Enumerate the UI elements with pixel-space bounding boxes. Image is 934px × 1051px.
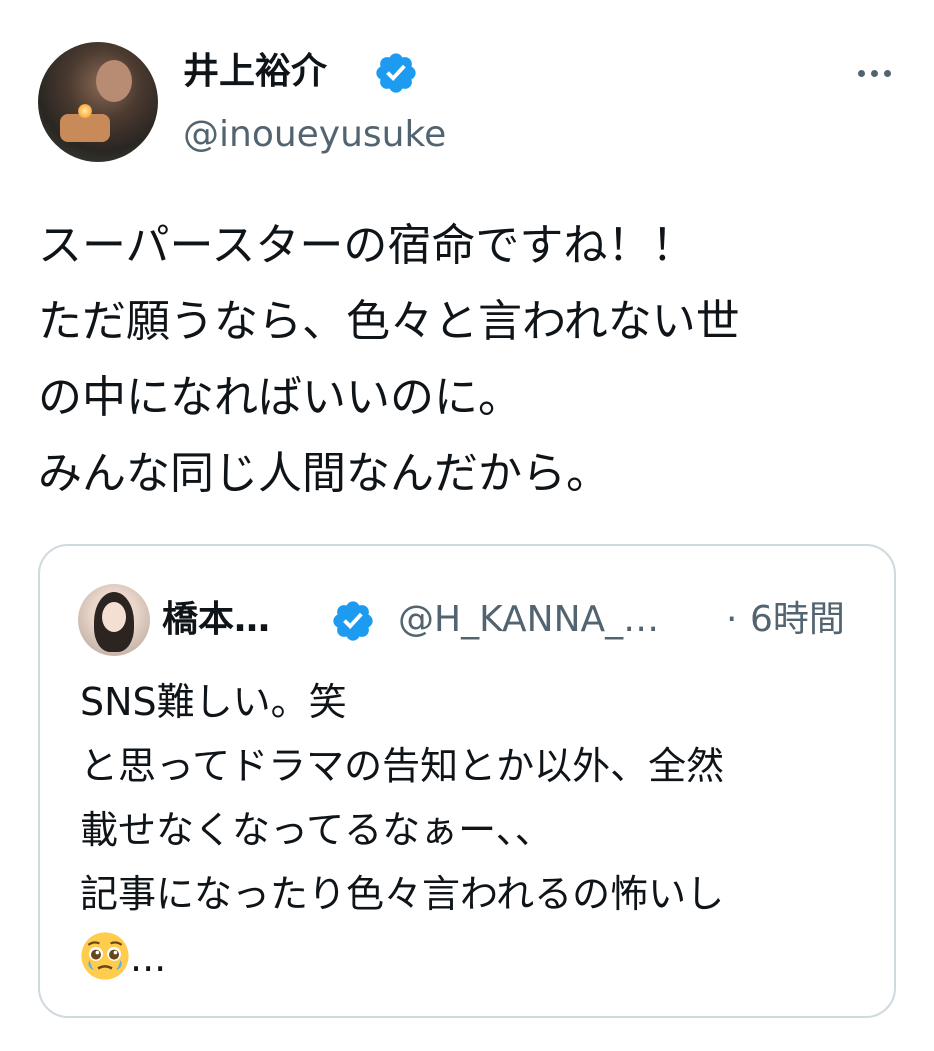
ellipsis-text: ... xyxy=(130,936,167,980)
author-avatar[interactable] xyxy=(38,42,158,162)
avatar-cake xyxy=(60,114,110,142)
tweet-text-line: スーパースターの宿命ですね！！ xyxy=(38,220,696,271)
quoted-avatar-face xyxy=(102,602,126,632)
quoted-text-line: と思ってドラマの告知とか以外、全然 xyxy=(80,744,725,788)
quoted-author-name: 橋本… xyxy=(162,599,271,640)
verified-badge-icon xyxy=(333,601,373,641)
quoted-author-avatar xyxy=(78,584,150,656)
verified-badge-icon xyxy=(376,53,416,93)
quoted-text-line: 記事になったり色々言われるの怖いし xyxy=(80,872,725,916)
quoted-text-line: 載せなくなってるなぁー、、 xyxy=(80,808,553,852)
avatar-candle xyxy=(78,104,92,118)
separator-dot: · xyxy=(726,599,738,640)
more-horizontal-icon-dot xyxy=(870,69,878,77)
more-horizontal-icon-dot xyxy=(883,69,891,77)
tweet-text-line: ただ願うなら、色々と言われない世 xyxy=(38,296,740,347)
tweet-text-line: みんな同じ人間なんだから。 xyxy=(38,448,610,499)
avatar-face xyxy=(96,60,132,102)
more-options-button[interactable] xyxy=(846,56,902,90)
quoted-author-handle: @H_KANNA_… xyxy=(398,599,660,640)
pleading-face-emoji-icon xyxy=(81,932,129,980)
author-name[interactable]: 井上裕介 xyxy=(183,50,327,94)
quoted-tweet-card[interactable]: 橋本… @H_KANNA_… · 6時間 SNS難しい。笑 と思ってドラマの告知… xyxy=(38,544,896,1018)
tweet-text: スーパースターの宿命ですね！！ ただ願うなら、色々と言われない世 の中になればい… xyxy=(38,208,898,512)
quoted-timestamp[interactable]: 6時間 xyxy=(750,598,845,642)
tweet-text-line: の中になればいいのに。 xyxy=(38,372,522,423)
quoted-tweet-text: SNS難しい。笑 と思ってドラマの告知とか以外、全然 載せなくなってるなぁー、、… xyxy=(80,670,880,990)
quoted-text-line: SNS難しい。笑 xyxy=(80,680,347,724)
author-handle[interactable]: @inoueyusuke xyxy=(183,113,446,157)
more-horizontal-icon xyxy=(857,69,865,77)
quoted-text-line-last: ... xyxy=(80,926,880,990)
